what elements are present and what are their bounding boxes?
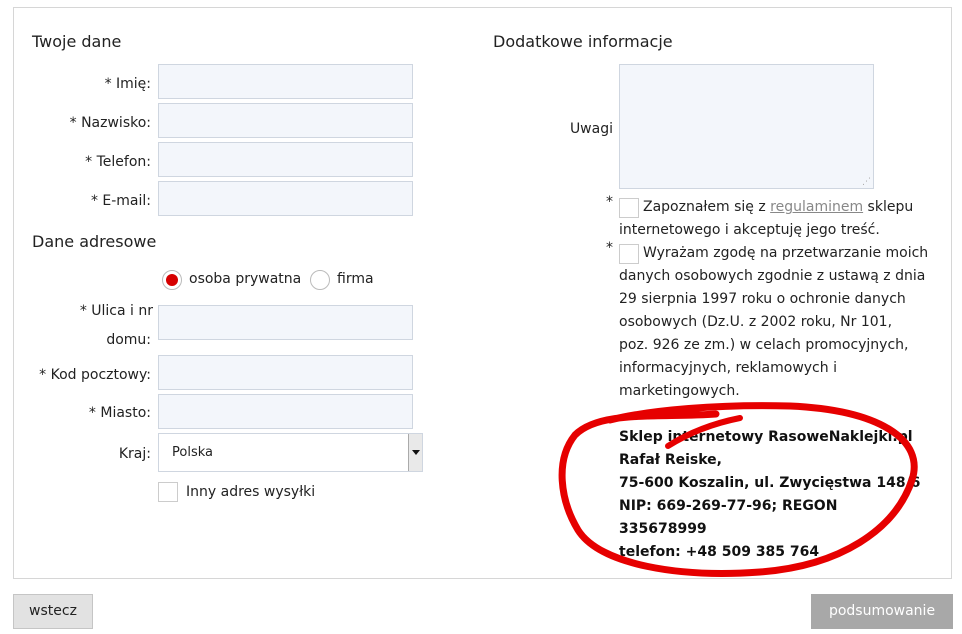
consent2-required-mark: * [606, 240, 613, 256]
consent1-required-mark: * [606, 194, 613, 210]
shop-nip: NIP: 669-269-77-96; REGON [619, 498, 838, 514]
country-select-value: Polska [172, 445, 213, 460]
phone-input[interactable] [158, 142, 413, 177]
extra-info-heading: Dodatkowe informacje [493, 32, 673, 51]
privacy-consent-line6: informacyjnych, reklamowych i [619, 360, 837, 376]
street-label-line2: domu: [106, 332, 151, 348]
email-label: * E-mail: [90, 193, 151, 209]
shop-info: Sklep internetowy RasoweNaklejki.pl Rafa… [619, 426, 920, 564]
private-person-label: osoba prywatna [189, 271, 302, 287]
privacy-consent-line3: 29 sierpnia 1997 roku o ochronie danych [619, 291, 906, 307]
chevron-down-icon[interactable] [408, 434, 422, 471]
privacy-consent-line7: marketingowych. [619, 383, 740, 399]
terms-text-prefix: Zapoznałem się z [643, 199, 771, 215]
resize-grip-icon[interactable]: ⋰ [862, 178, 871, 187]
last-name-input[interactable] [158, 103, 413, 138]
address-heading: Dane adresowe [32, 232, 157, 251]
last-name-label: * Nazwisko: [69, 115, 151, 131]
other-shipping-checkbox[interactable] [158, 482, 178, 502]
notes-textarea[interactable]: ⋰ [619, 64, 874, 189]
shop-regon: 335678999 [619, 521, 707, 537]
shop-address: 75-600 Koszalin, ul. Zwycięstwa 148/6 [619, 475, 921, 491]
terms-link[interactable]: regulaminem [770, 199, 863, 215]
phone-label: * Telefon: [85, 154, 151, 170]
terms-text-suffix: sklepu [863, 199, 914, 215]
postal-code-label: * Kod pocztowy: [39, 367, 151, 383]
shop-phone: telefon: +48 509 385 764 [619, 544, 820, 560]
back-button[interactable]: wstecz [13, 594, 93, 629]
first-name-input[interactable] [158, 64, 413, 99]
privacy-consent-line5: poz. 926 ze zm.) w celach promocyjnych, [619, 337, 909, 353]
terms-text: Zapoznałem się z regulaminem sklepu [643, 196, 913, 219]
privacy-consent-line1: Wyrażam zgodę na przetwarzanie moich [643, 245, 929, 261]
privacy-consent-checkbox[interactable] [619, 244, 639, 264]
first-name-label: * Imię: [104, 76, 151, 92]
personal-data-heading: Twoje dane [32, 32, 122, 51]
shop-name: Sklep internetowy RasoweNaklejki.pl [619, 429, 913, 445]
email-input[interactable] [158, 181, 413, 216]
notes-label: Uwagi [569, 121, 613, 137]
street-input[interactable] [158, 305, 413, 340]
country-label: Kraj: [118, 446, 151, 462]
company-radio[interactable] [310, 270, 330, 290]
city-label: * Miasto: [88, 405, 151, 421]
privacy-consent-line2: danych osobowych zgodnie z ustawą z dnia [619, 268, 926, 284]
privacy-consent-line4: osobowych (Dz.U. z 2002 roku, Nr 101, [619, 314, 893, 330]
city-input[interactable] [158, 394, 413, 429]
company-label: firma [337, 271, 374, 287]
other-shipping-label: Inny adres wysyłki [186, 484, 316, 500]
country-select[interactable]: Polska [158, 433, 423, 472]
private-person-radio[interactable] [162, 270, 182, 290]
terms-checkbox[interactable] [619, 198, 639, 218]
terms-text-line2: internetowego i akceptuję jego treść. [619, 222, 880, 238]
summary-button[interactable]: podsumowanie [811, 594, 953, 629]
street-label: * Ulica i nr [79, 303, 153, 319]
shop-owner: Rafał Reiske, [619, 452, 722, 468]
postal-code-input[interactable] [158, 355, 413, 390]
